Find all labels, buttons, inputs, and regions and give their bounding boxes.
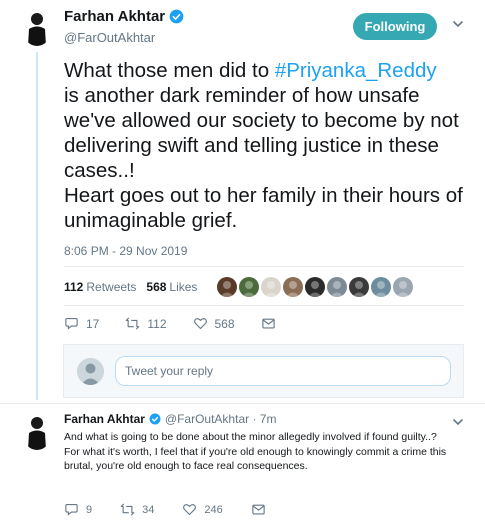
retweet-icon [126, 317, 140, 330]
divider [64, 266, 464, 267]
retweets-label: Retweets [86, 280, 137, 294]
liker-avatar[interactable] [371, 277, 392, 297]
tweet-text-part: is another dark reminder of how unsafe w… [64, 84, 463, 232]
liker-avatar[interactable] [327, 277, 348, 297]
retweet-action[interactable]: 34 [120, 502, 154, 517]
hashtag-link[interactable]: #Priyanka_Reddy [275, 59, 437, 82]
following-button[interactable]: Following [353, 13, 437, 40]
like-action[interactable]: 568 [193, 316, 235, 331]
reply-handle-time[interactable]: @FarOutAkhtar · 7m [165, 412, 277, 426]
retweet-count: 112 [147, 316, 167, 331]
reply-icon [65, 503, 78, 516]
retweet-count: 34 [142, 503, 155, 516]
chevron-down-icon[interactable] [452, 416, 464, 428]
current-user-avatar[interactable] [77, 358, 104, 385]
retweets-count: 112 [64, 280, 84, 294]
like-count: 246 [204, 503, 223, 516]
envelope-icon [261, 318, 275, 329]
author-name-text[interactable]: Farhan Akhtar [64, 8, 165, 25]
author-handle[interactable]: @FarOutAkhtar [64, 30, 184, 45]
like-action[interactable]: 246 [182, 502, 223, 517]
likes-stat[interactable]: 568 Likes [146, 280, 197, 294]
reply-composer [63, 344, 464, 398]
verified-badge-icon [149, 413, 161, 425]
liker-avatar[interactable] [283, 277, 304, 297]
liker-avatar[interactable] [239, 277, 260, 297]
liker-avatars [217, 277, 414, 297]
likes-count: 568 [146, 280, 167, 294]
liker-avatar[interactable] [305, 277, 326, 297]
reply-author-name[interactable]: Farhan Akhtar [64, 412, 145, 426]
retweets-stat[interactable]: 112 Retweets [64, 280, 136, 294]
reply-count: 17 [86, 316, 100, 331]
reply-icon [65, 317, 78, 330]
reply-tweet-actions: 9 34 246 [64, 502, 294, 517]
tweet-header: Farhan Akhtar @FarOutAkhtar Following [0, 0, 485, 50]
author-name[interactable]: Farhan Akhtar [64, 8, 184, 25]
author-avatar[interactable] [22, 10, 52, 46]
chevron-down-icon[interactable] [452, 18, 464, 30]
heart-icon [193, 318, 207, 330]
engagement-stats: 112 Retweets 568 Likes [64, 276, 414, 298]
author-name-block: Farhan Akhtar @FarOutAkhtar [64, 8, 184, 45]
reply-action[interactable]: 17 [64, 316, 99, 331]
retweet-icon [120, 503, 135, 516]
reply-author-avatar[interactable] [22, 414, 52, 450]
envelope-icon [252, 504, 265, 515]
reply-tweet[interactable]: Farhan Akhtar @FarOutAkhtar · 7m And wha… [0, 402, 485, 526]
reply-header: Farhan Akhtar @FarOutAkhtar · 7m [64, 412, 276, 426]
heart-icon [183, 504, 197, 516]
reply-action[interactable]: 9 [64, 502, 92, 517]
like-count: 568 [214, 316, 235, 331]
likes-label: Likes [169, 280, 198, 294]
tweet-text: What those men did to #Priyanka_Reddy is… [64, 58, 469, 233]
tweet-text-part: What those men did to [64, 59, 275, 82]
thread-connector-line [36, 52, 38, 400]
direct-message-action[interactable] [261, 316, 276, 331]
liker-avatar[interactable] [217, 277, 238, 297]
tweet-timestamp[interactable]: 8:06 PM - 29 Nov 2019 [64, 244, 187, 258]
liker-avatar[interactable] [349, 277, 370, 297]
reply-input[interactable] [115, 356, 451, 386]
retweet-action[interactable]: 112 [125, 316, 167, 331]
reply-tweet-text: And what is going to be done about the m… [64, 431, 447, 472]
tweet-actions: 17 112 568 [64, 316, 302, 331]
verified-badge-icon [169, 9, 184, 24]
reply-count: 9 [86, 503, 93, 516]
liker-avatar[interactable] [393, 277, 414, 297]
direct-message-action[interactable] [251, 502, 266, 517]
divider [64, 305, 464, 306]
liker-avatar[interactable] [261, 277, 282, 297]
